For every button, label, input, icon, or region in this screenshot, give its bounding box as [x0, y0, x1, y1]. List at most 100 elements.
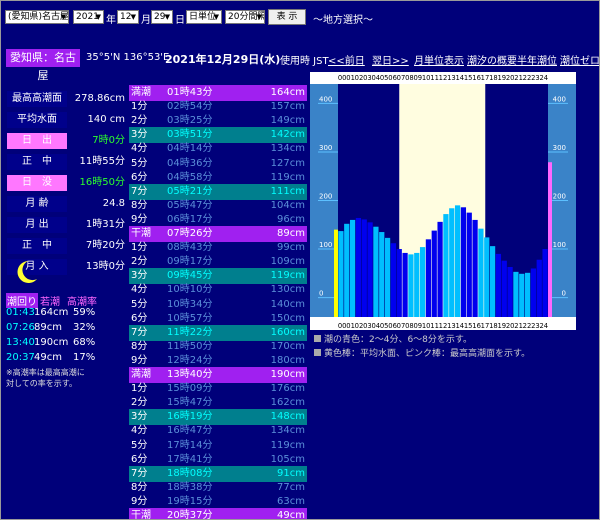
location-select[interactable]: (愛知県)名古屋 ▼	[5, 10, 69, 24]
show-button[interactable]: 表 示	[268, 9, 306, 25]
tide-bar	[449, 208, 455, 317]
y-tick-label: 400	[553, 95, 566, 103]
chevron-down-icon: ▼	[164, 13, 170, 21]
tide-row: 干潮 20時37分 49cm	[129, 508, 307, 520]
x-tick-label: 15	[464, 322, 473, 330]
x-tick-label: 20	[506, 74, 515, 82]
tide-bar	[495, 253, 502, 317]
x-tick-label: 14	[455, 322, 464, 330]
half-year-link[interactable]: 半年潮位	[517, 52, 557, 67]
stat-value: 278.86cm	[74, 93, 125, 104]
peak-level: 49cm	[34, 352, 62, 363]
peak-rate: 32%	[73, 322, 96, 333]
x-tick-label: 06	[388, 74, 397, 82]
x-tick-label: 22	[523, 74, 532, 82]
x-tick-label: 16	[472, 322, 481, 330]
x-tick-label: 18	[489, 74, 498, 82]
stat-label: 日 没	[7, 175, 67, 191]
x-tick-label: 07	[397, 322, 406, 330]
stat-row: 正 中 7時20分	[7, 236, 127, 256]
year-select[interactable]: 2021 ▼	[73, 10, 104, 24]
x-tick-label: 10	[422, 322, 431, 330]
interval-select[interactable]: 20分間隔 ▼	[225, 10, 265, 24]
y-tick-label: 100	[319, 241, 332, 249]
x-tick-label: 12	[439, 74, 448, 82]
y-tick-label: 0	[562, 290, 566, 298]
peaks-header-cycle: 潮回り	[6, 293, 38, 308]
prev-day-link[interactable]: <<前日	[328, 52, 365, 67]
stat-row: 正 中 11時55分	[7, 152, 127, 172]
tide-bar	[501, 260, 507, 317]
tide-bar	[542, 249, 548, 317]
x-tick-label: 15	[464, 74, 473, 82]
stat-label: 正 中	[7, 238, 67, 254]
y-tick-label: 200	[553, 193, 566, 201]
x-tick-label: 16	[472, 74, 481, 82]
peak-level: 164cm	[34, 307, 69, 318]
next-day-link[interactable]: 翌日>>	[372, 52, 409, 67]
location-badge: 愛知県：名古屋	[6, 49, 80, 82]
tide-bar	[344, 223, 350, 317]
x-tick-label: 22	[523, 322, 532, 330]
month-select[interactable]: 12 ▼	[117, 10, 139, 24]
tide-bar	[408, 254, 414, 317]
day-unit-label: 日	[175, 15, 185, 26]
stat-row: 平均水面 140 cm	[7, 110, 127, 130]
stat-row: 月 出 1時31分	[7, 215, 127, 235]
peak-level: 190cm	[34, 337, 69, 348]
x-tick-label: 05	[380, 74, 389, 82]
tide-bar	[484, 237, 490, 317]
x-tick-label: 17	[481, 322, 490, 330]
x-tick-label: 06	[388, 322, 397, 330]
stat-value: 16時50分	[79, 177, 125, 188]
tide-bar	[466, 212, 472, 317]
x-tick-label: 12	[439, 322, 448, 330]
legend-blue-note: 潮の青色：2～4分、6～8分を示す。	[314, 332, 472, 345]
tide-bar	[425, 239, 432, 317]
tide-bar	[519, 273, 525, 317]
stat-label: 月 出	[7, 217, 67, 233]
tide-bar	[454, 205, 461, 317]
tide-bar	[355, 217, 362, 317]
stat-value: 13時0分	[85, 261, 125, 272]
coordinates: 35°5'N 136°53'E	[86, 52, 170, 63]
peaks-note-2: 対しての率を示す。	[6, 379, 77, 388]
x-tick-label: 07	[397, 74, 406, 82]
y-tick-label: 300	[319, 144, 332, 152]
peaks-note-1: ※高潮率は最高高潮に	[6, 368, 85, 377]
legend-marker-icon	[314, 349, 321, 356]
tide-bar	[414, 252, 420, 317]
zero-level-link[interactable]: 潮位ゼロ	[560, 52, 599, 67]
mode-select[interactable]: 日単位 ▼	[186, 10, 222, 24]
x-tick-label: 05	[380, 322, 389, 330]
stat-label: 月 齢	[7, 196, 67, 212]
stat-value: 24.8	[102, 198, 125, 209]
y-tick-label: 0	[319, 290, 323, 298]
region-select-link[interactable]: ～地方選択～	[313, 11, 373, 26]
peak-rate: 68%	[73, 337, 96, 348]
tide-bar	[443, 214, 449, 317]
tide-overview-link[interactable]: 潮汐の概要	[467, 52, 517, 67]
tide-label: 干潮	[131, 510, 151, 520]
peaks-header-tide: 若潮	[40, 297, 60, 308]
monthly-view-link[interactable]: 月単位表示	[414, 52, 464, 67]
peak-time: 01:43	[6, 307, 35, 318]
x-tick-label: 09	[413, 74, 422, 82]
stat-value: 1時31分	[85, 219, 125, 230]
peak-rate: 17%	[73, 352, 96, 363]
x-tick-label: 14	[455, 74, 464, 82]
stat-row: 最高高潮面 278.86cm	[7, 89, 127, 109]
tide-bar	[536, 259, 542, 317]
peak-time: 20:37	[6, 352, 35, 363]
legend-marker-icon	[314, 335, 321, 342]
tide-bar	[524, 272, 531, 317]
crescent-moon-icon	[17, 261, 37, 283]
x-tick-label: 01	[346, 322, 355, 330]
tide-bar	[419, 247, 426, 317]
tide-bar	[530, 268, 537, 317]
day-select[interactable]: 29 ▼	[151, 10, 173, 24]
peak-time: 07:26	[6, 322, 35, 333]
tide-bar	[489, 246, 496, 317]
x-tick-label: 11	[430, 322, 439, 330]
y-tick-label: 400	[319, 95, 332, 103]
